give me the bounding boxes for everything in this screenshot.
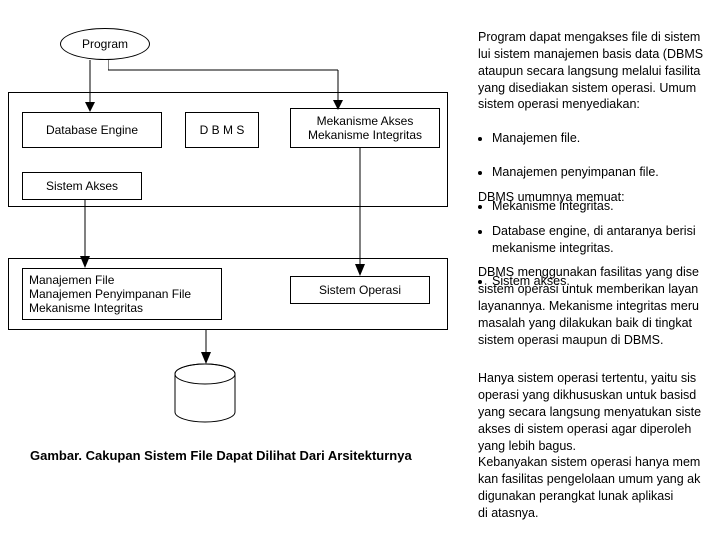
program-node: Program xyxy=(60,28,150,60)
arrow-program-to-mekanisme xyxy=(108,60,358,117)
p1-intro: Program dapat mengakses file di sistem l… xyxy=(478,30,703,112)
program-label: Program xyxy=(82,37,128,51)
diagram-caption: Gambar. Cakupan Sistem File Dapat Diliha… xyxy=(30,448,412,463)
arrow-sistemakses-to-os xyxy=(75,200,95,273)
p1-b1: Manajemen file. xyxy=(492,130,720,147)
os-line3: Mekanisme Integritas xyxy=(29,301,215,315)
arrow-mekanisme-to-os xyxy=(350,148,370,281)
p2-intro: DBMS umumnya memuat: xyxy=(478,190,625,204)
mekanisme-line2: Mekanisme Integritas xyxy=(308,128,422,142)
sistem-akses-label: Sistem Akses xyxy=(46,179,118,193)
sistem-operasi-label: Sistem Operasi xyxy=(319,283,401,297)
os-management-node: Manajemen File Manajemen Penyimpanan Fil… xyxy=(22,268,222,320)
dbms-label: D B M S xyxy=(200,123,245,137)
os-line1: Manajemen File xyxy=(29,273,215,287)
paragraph-3: DBMS menggunakan fasilitas yang dise sis… xyxy=(478,264,720,348)
database-cylinder-icon xyxy=(170,362,240,426)
paragraph-4: Hanya sistem operasi tertentu, yaitu sis… xyxy=(478,370,720,522)
caption-text: Gambar. Cakupan Sistem File Dapat Diliha… xyxy=(30,448,412,463)
p2-b1: Database engine, di antaranya berisi mek… xyxy=(492,223,720,257)
sistem-akses-node: Sistem Akses xyxy=(22,172,142,200)
arrow-program-to-dbengine xyxy=(80,60,100,117)
database-engine-label: Database Engine xyxy=(46,123,138,137)
database-engine-node: Database Engine xyxy=(22,112,162,148)
os-line2: Manajemen Penyimpanan File xyxy=(29,287,215,301)
arrow-os-to-cylinder xyxy=(196,330,216,369)
dbms-node: D B M S xyxy=(185,112,259,148)
